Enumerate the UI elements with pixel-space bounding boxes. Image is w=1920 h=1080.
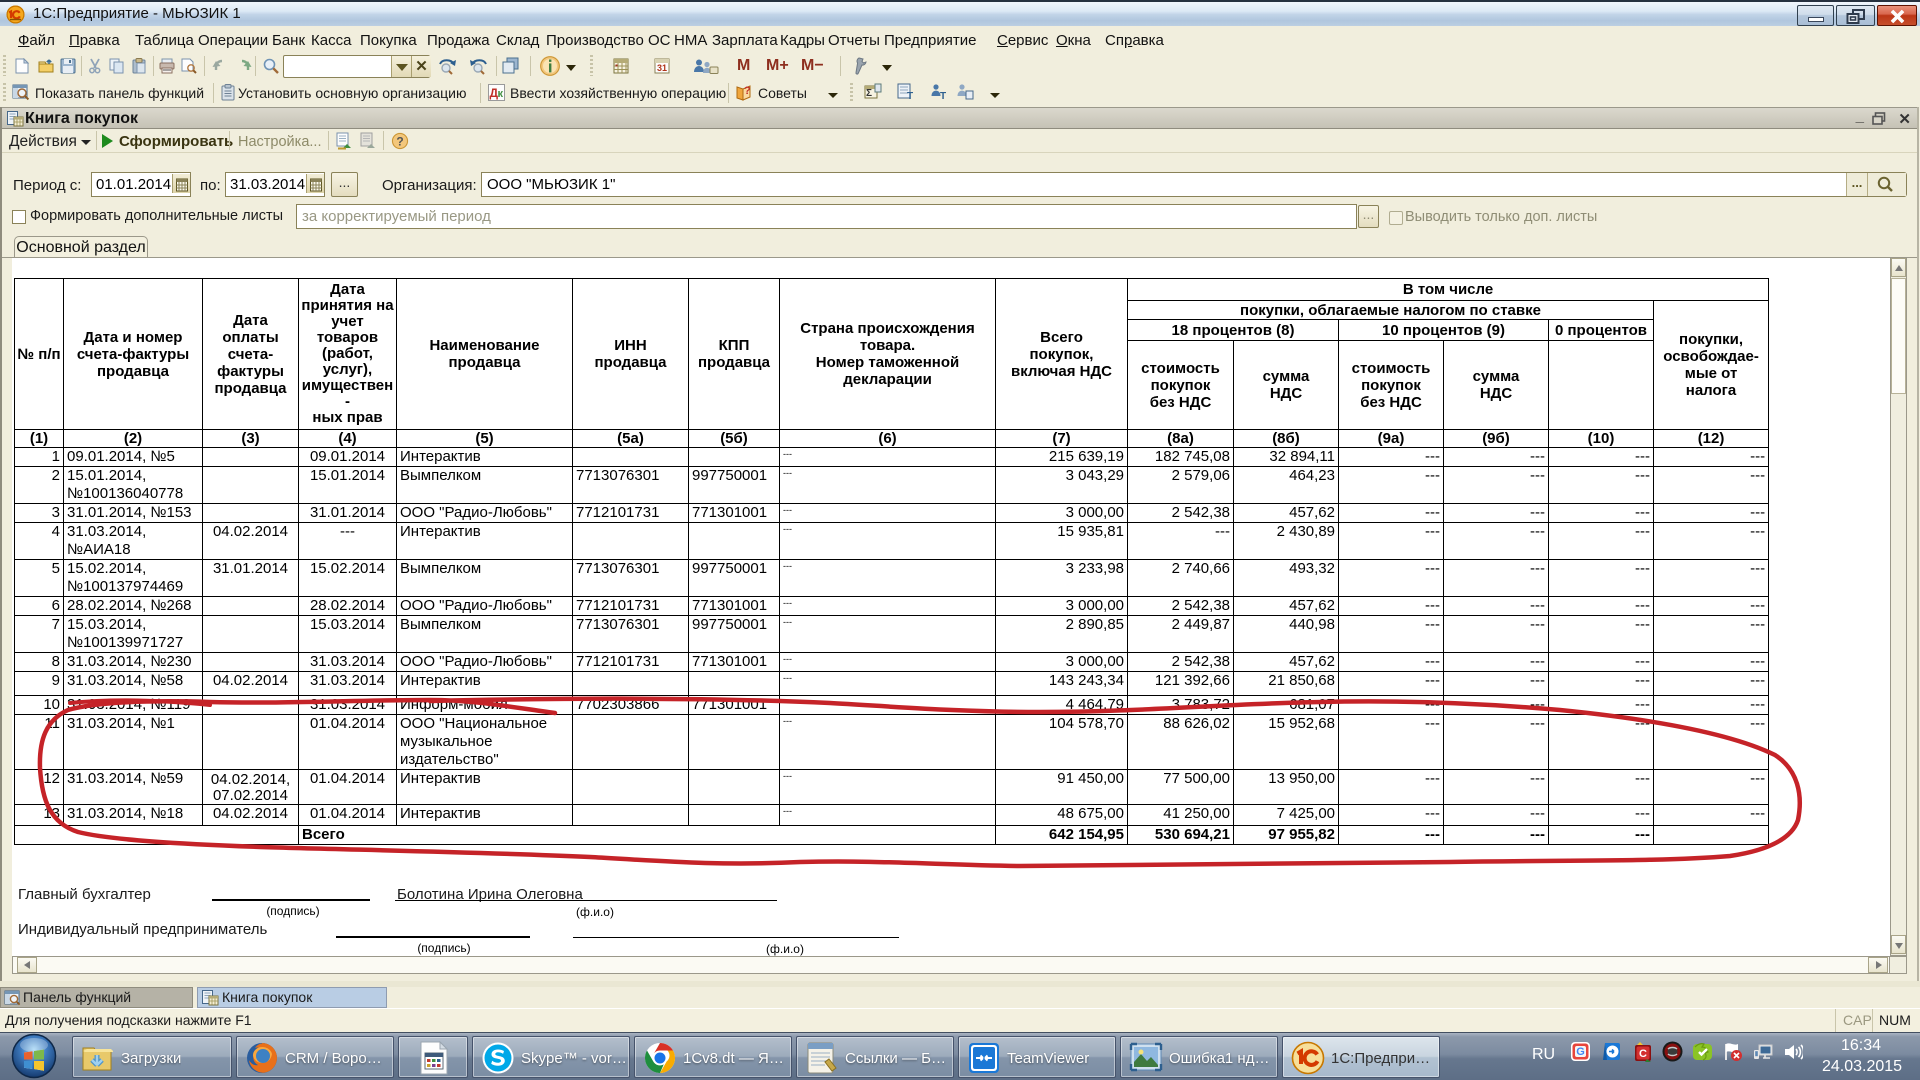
- svg-text:к: к: [498, 88, 504, 100]
- svg-text:Σ: Σ: [866, 88, 872, 99]
- svg-text:Т: Т: [940, 91, 946, 102]
- svg-text:?: ?: [396, 135, 403, 149]
- svg-text:?: ?: [744, 85, 751, 97]
- svg-text:Т: Т: [907, 91, 913, 102]
- svg-text:C: C: [1639, 1048, 1647, 1060]
- svg-text:31: 31: [657, 63, 667, 73]
- svg-text:G: G: [1576, 1046, 1585, 1058]
